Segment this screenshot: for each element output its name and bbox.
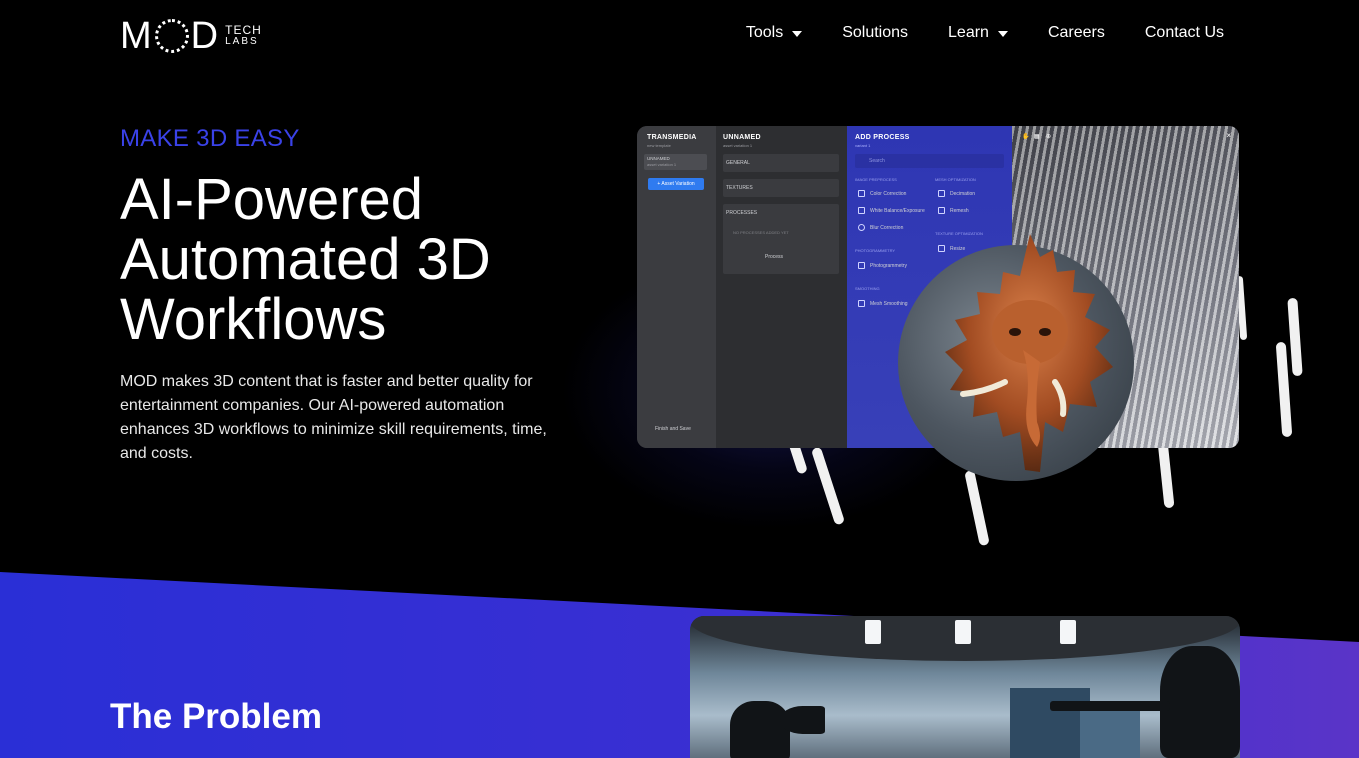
resize-icon	[938, 245, 945, 252]
process-search-input[interactable]: Search	[855, 154, 1004, 168]
finish-and-save-button[interactable]: Finish and Save	[655, 426, 691, 432]
panel-unnamed: UNNAMED asset variation 1 GENERAL TEXTUR…	[716, 126, 847, 448]
hand-tool-icon[interactable]: ✋	[1022, 133, 1029, 140]
crew-silhouette	[730, 701, 790, 758]
mesh-smoothing-icon	[858, 300, 865, 307]
decorative-stick	[1275, 341, 1293, 438]
close-icon[interactable]: ×	[1226, 131, 1231, 140]
process-button[interactable]: Process	[765, 254, 783, 260]
asset-item[interactable]: UNNAMED asset variation 1	[644, 154, 707, 170]
megaphone-icon	[780, 706, 825, 734]
logo-wordmark: M D	[120, 15, 220, 57]
crew-silhouette	[1160, 646, 1240, 758]
photogrammetry-icon	[858, 262, 865, 269]
zoom-tool-icon[interactable]: ⊕	[1046, 133, 1051, 140]
hero-headline: AI-Powered Automated 3D Workflows	[120, 167, 491, 352]
decorative-stick	[1287, 297, 1303, 377]
nav-item-solutions[interactable]: Solutions	[842, 24, 908, 42]
section-processes[interactable]: PROCESSES NO PROCESSES ADDED YET Process	[723, 204, 839, 274]
mod-tech-labs-logo[interactable]: M D TECH LABS	[120, 17, 262, 55]
grid-tool-icon[interactable]: ▦	[1034, 133, 1040, 140]
nav-item-contact-us[interactable]: Contact Us	[1145, 24, 1224, 42]
nav-item-careers[interactable]: Careers	[1048, 24, 1105, 42]
nav-item-tools[interactable]: Tools	[746, 24, 803, 42]
decorative-stick	[1157, 439, 1175, 509]
logo-subtext: TECH LABS	[225, 23, 262, 47]
panel-transmedia: TRANSMEDIA new template UNNAMED asset va…	[637, 126, 716, 448]
building	[1010, 688, 1090, 758]
nav-item-learn[interactable]: Learn	[948, 24, 1008, 42]
remesh-icon	[938, 207, 945, 214]
hero-eyebrow: MAKE 3D EASY	[120, 125, 300, 152]
add-asset-variation-button[interactable]: + Asset Variation	[648, 178, 704, 190]
main-menu: Tools Solutions Learn Careers Contact Us	[746, 24, 1224, 42]
ganesha-head-illustration	[945, 234, 1113, 472]
color-correction-icon	[858, 190, 865, 197]
caret-down-icon	[792, 31, 803, 37]
section-general[interactable]: GENERAL	[723, 154, 839, 172]
logo-dotted-o-icon	[154, 19, 189, 53]
top-nav: M D TECH LABS Tools Solutions Learn Care…	[0, 0, 1359, 72]
building	[1080, 708, 1140, 758]
section-textures[interactable]: TEXTURES	[723, 179, 839, 197]
camera-crane	[1050, 701, 1170, 711]
hero-description: MOD makes 3D content that is faster and …	[120, 373, 547, 462]
decimation-icon	[938, 190, 945, 197]
white-balance-icon	[858, 207, 865, 214]
film-set-photo	[690, 616, 1240, 758]
problem-heading: The Problem	[110, 697, 322, 736]
blur-correction-icon	[858, 224, 865, 231]
caret-down-icon	[997, 31, 1008, 37]
lighting-rig	[690, 616, 1240, 661]
